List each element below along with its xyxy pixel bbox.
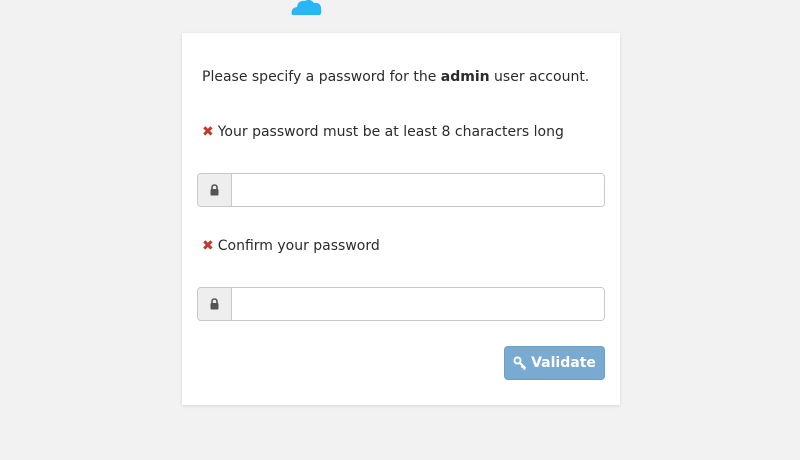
confirm-password-input[interactable] (232, 288, 604, 320)
validate-button-label: Validate (531, 355, 596, 371)
cross-icon: ✖ (202, 238, 214, 254)
key-icon (513, 356, 527, 370)
cross-icon: ✖ (202, 124, 214, 140)
confirm-field-group (197, 287, 605, 321)
validate-button[interactable]: Validate (504, 346, 605, 380)
password-field-group (197, 173, 605, 207)
password-setup-card: Please specify a password for the admin … (182, 33, 620, 405)
confirm-requirement-text: Confirm your password (217, 238, 380, 254)
intro-text: Please specify a password for the admin … (202, 69, 590, 85)
admin-username: admin (440, 69, 490, 85)
length-requirement: ✖ Your password must be at least 8 chara… (202, 124, 564, 140)
confirm-requirement: ✖ Confirm your password (202, 238, 380, 254)
lock-icon (198, 174, 232, 206)
lock-icon (198, 288, 232, 320)
password-input[interactable] (232, 174, 604, 206)
length-requirement-text: Your password must be at least 8 charact… (217, 124, 564, 140)
cloud-icon (291, 0, 322, 15)
